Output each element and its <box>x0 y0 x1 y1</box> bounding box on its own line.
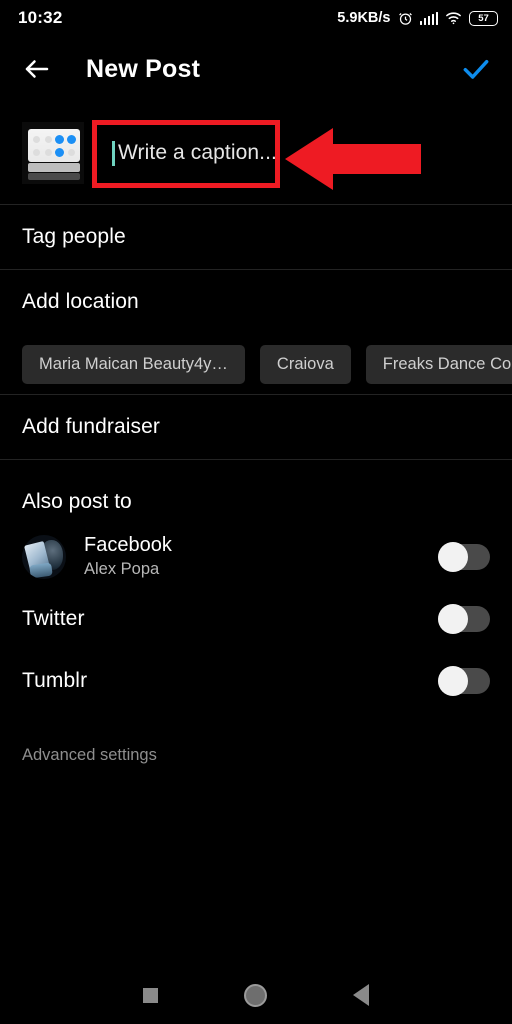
twitter-label: Twitter <box>22 607 85 630</box>
status-bar: 10:32 5.9KB/s 57 <box>0 0 512 36</box>
app-bar: New Post <box>0 36 512 102</box>
facebook-label: Facebook <box>84 534 172 557</box>
tumblr-label: Tumblr <box>22 669 88 692</box>
triangle-back-icon[interactable] <box>353 984 369 1006</box>
post-image-thumbnail[interactable] <box>22 122 84 184</box>
battery-indicator: 57 <box>469 10 498 26</box>
caption-row: Write a caption... <box>0 102 512 204</box>
thumbnail-bar-dark <box>28 173 80 180</box>
facebook-account-name: Alex Popa <box>84 560 160 579</box>
alarm-clock-icon <box>398 11 413 26</box>
facebook-texts: Facebook Alex Popa <box>84 533 172 580</box>
wifi-icon <box>445 11 462 25</box>
advanced-settings-link[interactable]: Advanced settings <box>0 712 512 765</box>
facebook-toggle[interactable] <box>438 542 490 572</box>
also-post-to-facebook-row[interactable]: Facebook Alex Popa <box>0 526 512 588</box>
also-post-to-tumblr-row[interactable]: Tumblr <box>0 650 512 712</box>
status-bar-clock: 10:32 <box>18 8 63 27</box>
caption-placeholder: Write a caption... <box>118 141 277 164</box>
tag-people-row[interactable]: Tag people <box>0 205 512 269</box>
checkmark-icon[interactable] <box>460 53 492 85</box>
back-arrow-icon[interactable] <box>22 54 52 84</box>
location-chip[interactable]: Craiova <box>259 344 351 384</box>
add-fundraiser-row[interactable]: Add fundraiser <box>0 395 512 459</box>
thumbnail-bar-light <box>28 163 80 172</box>
square-recents-icon[interactable] <box>143 987 158 1003</box>
add-fundraiser-label: Add fundraiser <box>22 415 160 438</box>
location-chip[interactable]: Freaks Dance Co <box>365 344 512 384</box>
location-suggestions[interactable]: Maria Maican Beauty4y… Craiova Freaks Da… <box>0 334 512 394</box>
joker-avatar <box>22 535 66 579</box>
tumblr-toggle[interactable] <box>438 666 490 696</box>
tag-people-label: Tag people <box>22 225 126 248</box>
add-location-label: Add location <box>22 290 139 313</box>
caption-input[interactable]: Write a caption... <box>112 119 512 187</box>
text-cursor <box>112 140 115 166</box>
android-navigation-bar <box>0 966 512 1024</box>
network-speed-label: 5.9KB/s <box>337 10 391 26</box>
thumbnail-quick-settings-grid <box>28 129 80 162</box>
page-title: New Post <box>86 54 201 83</box>
location-chip[interactable]: Maria Maican Beauty4y… <box>22 344 245 384</box>
twitter-toggle[interactable] <box>438 604 490 634</box>
also-post-to-twitter-row[interactable]: Twitter <box>0 588 512 650</box>
status-bar-icons: 5.9KB/s 57 <box>337 10 498 26</box>
add-location-row[interactable]: Add location <box>0 270 512 334</box>
circle-home-icon[interactable] <box>244 983 267 1007</box>
also-post-to-heading: Also post to <box>22 490 132 513</box>
cellular-signal-icon <box>419 11 438 25</box>
